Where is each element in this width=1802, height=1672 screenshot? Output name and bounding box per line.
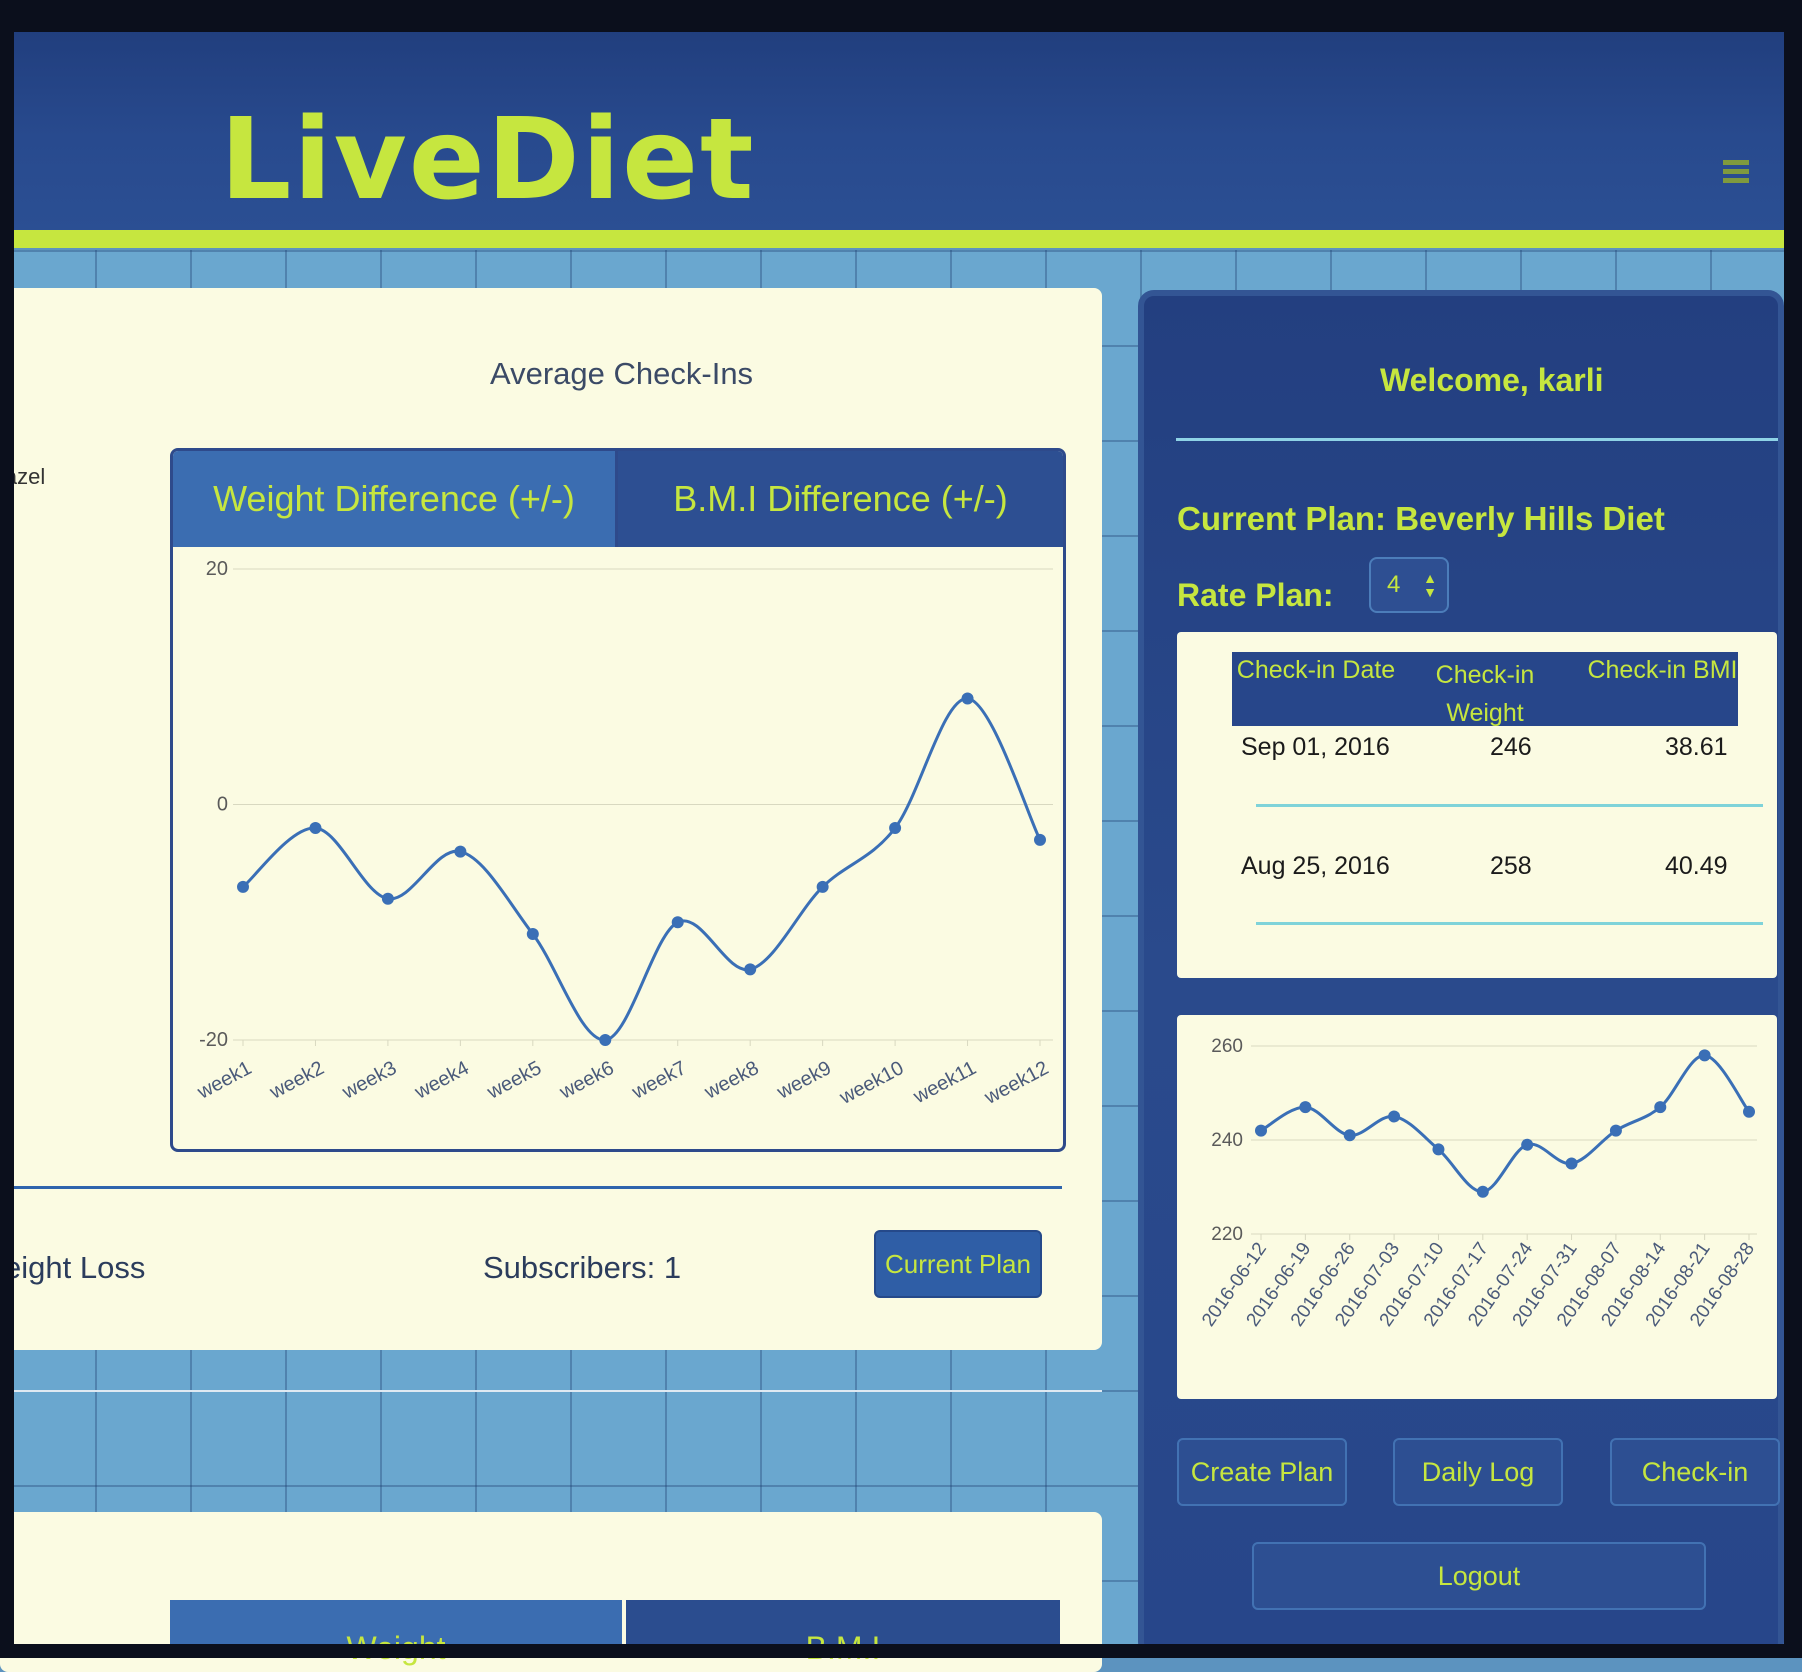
weight-chart-card: Weight Difference (+/-) B.M.I Difference…: [170, 448, 1066, 1152]
y-tick-label: 0: [217, 794, 228, 816]
series-line: [242, 697, 1042, 1042]
data-point[interactable]: [1521, 1138, 1534, 1151]
x-tick-label: week10: [835, 1057, 907, 1109]
data-point[interactable]: [1743, 1105, 1755, 1118]
rate-plan-value: 4: [1387, 571, 1401, 598]
x-tick-label: week5: [483, 1057, 545, 1104]
panel-separator: [0, 1390, 1102, 1392]
logout-button[interactable]: Logout: [1252, 1542, 1706, 1610]
row1-bmi: 38.61: [1665, 733, 1728, 761]
x-tick-label: week8: [700, 1057, 762, 1104]
th-checkin-weight: Check-in Weight: [1435, 661, 1535, 727]
weight-difference-chart: 200-20week1 week2 week3 week4 week5 week6 week…: [193, 558, 1053, 1109]
data-point[interactable]: [1609, 1124, 1622, 1137]
frame-top: [0, 0, 1802, 32]
hamburger-menu-icon[interactable]: [1723, 160, 1749, 188]
y-tick-label: -20: [199, 1029, 228, 1051]
data-point[interactable]: [889, 822, 902, 835]
rate-plan-select[interactable]: 4 ▲ ▼: [1369, 557, 1449, 613]
data-point[interactable]: [381, 892, 394, 905]
header-accent-line: [0, 230, 1802, 248]
row-divider: [1256, 922, 1763, 925]
stepper-arrows-icon: ▲ ▼: [1423, 570, 1437, 600]
data-point[interactable]: [1255, 1124, 1267, 1137]
data-point[interactable]: [1299, 1101, 1312, 1114]
current-plan-label: Current Plan: Beverly Hills Diet: [1177, 500, 1665, 537]
y-tick-label: 220: [1211, 1224, 1243, 1245]
tab-bmi-difference[interactable]: B.M.I Difference (+/-): [618, 451, 1063, 547]
weight-history-card: 260 240 220 2016-06-12 2016-06-19 2016-06-26 2…: [1177, 1015, 1777, 1399]
subscribers-count: Subscribers: 1: [483, 1250, 682, 1285]
data-point[interactable]: [1432, 1143, 1445, 1156]
x-tick-label: week4: [410, 1057, 472, 1104]
frame-right: [1784, 0, 1802, 1658]
sidebar-divider: [1176, 438, 1778, 441]
th-checkin-bmi: Check-in BMI: [1587, 656, 1738, 684]
current-plan-button[interactable]: Current Plan: [874, 1230, 1042, 1298]
x-tick-label: week7: [628, 1057, 690, 1104]
data-point[interactable]: [309, 822, 322, 835]
data-point[interactable]: [599, 1034, 612, 1046]
data-point[interactable]: [1565, 1157, 1578, 1170]
app-logo[interactable]: LiveDiet: [220, 95, 756, 225]
y-tick-label: 20: [206, 558, 228, 580]
row2-weight: 258: [1490, 852, 1532, 880]
data-point[interactable]: [1476, 1185, 1489, 1198]
data-point[interactable]: [961, 692, 974, 705]
daily-log-button[interactable]: Daily Log: [1393, 1438, 1563, 1506]
check-in-button[interactable]: Check-in: [1610, 1438, 1780, 1506]
data-point[interactable]: [454, 845, 467, 858]
data-point[interactable]: [1343, 1129, 1356, 1142]
welcome-message: Welcome, karli: [1380, 362, 1604, 398]
weight-history-chart: 2602402202016-06-122016-06-192016-06-262…: [1198, 1036, 1759, 1330]
data-point[interactable]: [816, 880, 829, 893]
x-tick-label: week6: [555, 1057, 617, 1104]
x-tick-label: week1: [193, 1057, 255, 1104]
data-point[interactable]: [671, 916, 684, 929]
th-checkin-date: Check-in Date: [1236, 656, 1396, 684]
x-tick-label: week11: [909, 1057, 980, 1109]
x-tick-label: week2: [266, 1057, 328, 1104]
row1-weight: 246: [1490, 733, 1532, 761]
row2-date: Aug 25, 2016: [1241, 852, 1390, 880]
y-tick-label: 260: [1211, 1036, 1243, 1057]
panel-divider: [0, 1186, 1062, 1189]
x-tick-label: week3: [338, 1057, 400, 1104]
data-point[interactable]: [744, 963, 757, 976]
frame-bottom: [0, 1644, 1802, 1658]
row2-bmi: 40.49: [1665, 852, 1728, 880]
x-tick-label: week9: [773, 1057, 835, 1104]
rate-plan-label: Rate Plan:: [1177, 577, 1334, 613]
series-line: [1260, 1053, 1751, 1194]
row1-date: Sep 01, 2016: [1241, 733, 1390, 761]
data-point[interactable]: [237, 880, 249, 893]
tab-weight-difference[interactable]: Weight Difference (+/-): [173, 451, 618, 547]
frame-left: [0, 0, 14, 1658]
section-title: Average Check-Ins: [490, 356, 754, 391]
row-divider: [1256, 804, 1763, 807]
y-tick-label: 240: [1211, 1130, 1243, 1151]
data-point[interactable]: [1654, 1101, 1667, 1114]
create-plan-button[interactable]: Create Plan: [1177, 1438, 1347, 1506]
data-point[interactable]: [1034, 833, 1046, 846]
plan-name: eight Loss: [4, 1250, 146, 1285]
data-point[interactable]: [526, 928, 539, 941]
x-tick-label: week12: [980, 1057, 1052, 1109]
data-point[interactable]: [1698, 1049, 1711, 1062]
data-point[interactable]: [1388, 1110, 1401, 1123]
